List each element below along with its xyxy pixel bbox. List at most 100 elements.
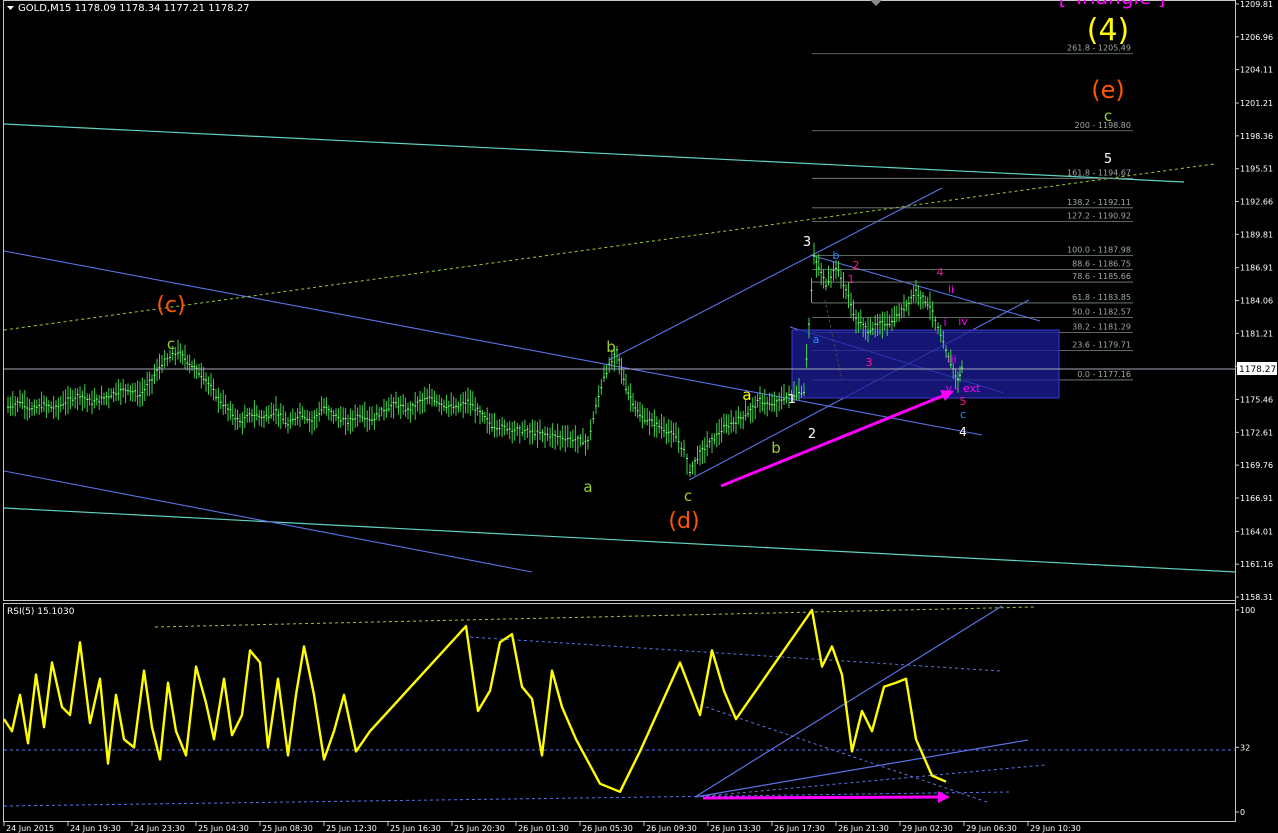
time-tick-label: 29 Jun 10:30	[1030, 824, 1081, 833]
time-tick-label: 26 Jun 09:30	[646, 824, 697, 833]
dropdown-triangle-icon[interactable]	[7, 6, 14, 10]
fib-level-label: 161.8 - 1194.67	[1067, 168, 1131, 177]
wave-label: a	[742, 386, 751, 404]
wave-label: a	[583, 478, 592, 496]
time-tick-label: 24 Jun 23:30	[134, 824, 185, 833]
fib-ratio: 127.2	[1067, 212, 1090, 221]
wave-label: iii	[947, 353, 956, 366]
time-tick-label: 25 Jun 08:30	[262, 824, 313, 833]
fib-ratio: 88.6	[1072, 260, 1090, 269]
cyan-upper-channel-line	[3, 123, 1185, 183]
main-panel-frame	[3, 0, 1236, 601]
wave-label: 2	[853, 259, 860, 272]
time-tick-label: 24 Jun 2015	[6, 824, 54, 833]
time-tick-label: 26 Jun 17:30	[774, 824, 825, 833]
scroll-marker-icon	[870, 0, 882, 6]
wave-label: [ Triangle ]	[1059, 0, 1166, 9]
wave-label: c	[960, 408, 966, 421]
price-tick-label: 1181.21	[1240, 329, 1273, 338]
wave-label: 3	[866, 356, 873, 369]
fib-ratio: 200	[1075, 121, 1090, 130]
wave-label: v - ext	[946, 382, 982, 395]
fib-separator: -	[1090, 308, 1098, 317]
current-price-label: 1178.27	[1239, 365, 1276, 375]
fib-separator: -	[1090, 293, 1098, 302]
time-tick-label: 26 Jun 05:30	[582, 824, 633, 833]
wave-label: 1	[848, 273, 855, 286]
fib-level-label: 88.6 - 1186.75	[1072, 260, 1131, 269]
price-tick-label: 1184.06	[1240, 297, 1273, 306]
time-tick-label: 24 Jun 19:30	[70, 824, 121, 833]
price-tick-label: 1172.61	[1240, 428, 1273, 437]
wave-label: (e)	[1091, 76, 1125, 104]
cyan-lower-channel-line	[3, 507, 1237, 573]
wave-labels: [ Triangle ](4)(e)c5(c)cbac(d)ab123ab213…	[156, 0, 1165, 534]
rsi-upper-dotted-line	[469, 636, 1001, 672]
time-tick-label: 25 Jun 20:30	[454, 824, 505, 833]
fib-separator: -	[1090, 341, 1098, 350]
rsi-label: RSI(5) 15.1030	[7, 607, 75, 617]
time-tick-label: 29 Jun 06:30	[966, 824, 1017, 833]
rsi-top-dotted-line	[154, 606, 1036, 628]
rsi-support-line	[694, 739, 1029, 798]
wave-label: b	[606, 338, 616, 356]
fib-ratio: 100.0	[1067, 245, 1090, 254]
fib-level-label: 0.0 - 1177.16	[1077, 370, 1131, 379]
fib-price: 1190.92	[1098, 212, 1131, 221]
fib-ratio: 138.2	[1067, 198, 1090, 207]
fib-price: 1187.98	[1098, 245, 1131, 254]
rsi-bottom-dotted-line	[3, 791, 1011, 807]
price-tick-label: 1192.66	[1240, 197, 1273, 206]
fib-price: 1198.80	[1098, 121, 1131, 130]
price-tick-label: 1158.31	[1240, 593, 1273, 602]
magenta-arrow-price	[720, 393, 946, 488]
wave-label: 5	[960, 395, 967, 408]
fib-price: 1194.67	[1098, 168, 1131, 177]
rsi-scale: 100 32 0	[1235, 606, 1255, 817]
price-tick-label: 1166.91	[1240, 494, 1273, 503]
price-scale: 1209.81 1206.96 1204.11 1201.21 1198.36 1195.…	[1235, 0, 1273, 602]
rsi-trendlines	[3, 605, 1235, 807]
rsi-line	[2, 608, 947, 793]
blue-lower-trendline	[3, 470, 533, 573]
rsi-support-dotted-line	[694, 764, 1046, 798]
time-tick-label: 25 Jun 04:30	[198, 824, 249, 833]
price-tick-label: 1164.01	[1240, 527, 1273, 536]
wave-label: c	[1104, 107, 1112, 125]
fib-separator: -	[1090, 198, 1098, 207]
price-tick-label: 1161.16	[1240, 560, 1273, 569]
wave-label: b	[833, 249, 840, 262]
blue-small-channel-top	[809, 254, 1041, 322]
price-tick-label: 1195.51	[1240, 165, 1273, 174]
wave-label: c	[684, 487, 692, 505]
fib-price: 1177.16	[1098, 370, 1131, 379]
fib-ratio: 61.8	[1072, 293, 1090, 302]
price-tick-label: 1169.76	[1240, 461, 1273, 470]
fib-level-label: 50.0 - 1182.57	[1072, 308, 1131, 317]
time-axis: 24 Jun 2015 24 Jun 19:30 24 Jun 23:30 25 Ju…	[3, 822, 1081, 833]
fib-price: 1185.66	[1098, 272, 1131, 281]
fib-level-label: 78.6 - 1185.66	[1072, 272, 1131, 281]
rsi-rising-line	[694, 605, 1003, 798]
fib-separator: -	[1090, 370, 1098, 379]
price-tick-label: 1206.96	[1240, 33, 1273, 42]
fib-ratio: 23.6	[1072, 341, 1090, 350]
fib-ratio: 50.0	[1072, 308, 1090, 317]
wave-label: 3	[803, 235, 811, 250]
wave-label: 1	[788, 392, 796, 406]
wave-label: (c)	[156, 293, 185, 318]
rsi-series	[2, 608, 947, 793]
fib-ratio: 161.8	[1067, 168, 1090, 177]
time-tick-label: 26 Jun 13:30	[710, 824, 761, 833]
wave-label: (4)	[1087, 13, 1130, 48]
rsi-tick-label: 100	[1240, 606, 1255, 615]
wave-label: a	[813, 333, 820, 346]
target-zone-box	[791, 329, 1060, 399]
fib-price: 1181.29	[1098, 322, 1131, 331]
magenta-arrow-rsi	[702, 795, 941, 800]
wave-label: 4	[959, 425, 967, 439]
wave-label: i	[943, 316, 946, 329]
wave-label: 2	[808, 427, 816, 442]
price-tick-label: 1186.91	[1240, 264, 1273, 273]
fib-separator: -	[1090, 260, 1098, 269]
